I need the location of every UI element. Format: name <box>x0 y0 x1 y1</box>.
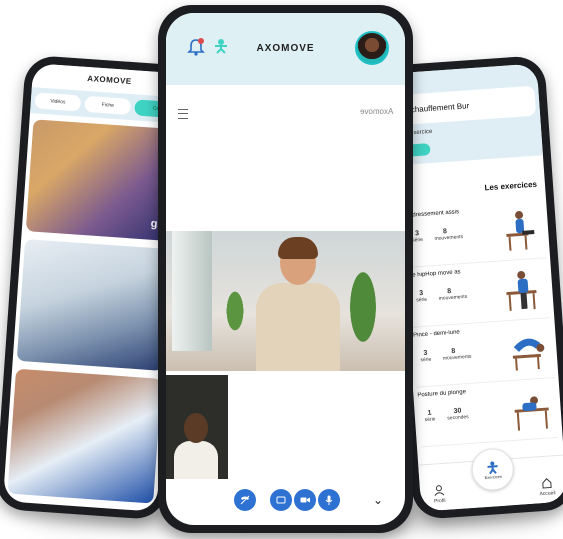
menu-icon[interactable] <box>178 109 188 119</box>
nav-label: Accueil <box>539 490 556 498</box>
exercise-name: Redressement assis <box>404 209 460 219</box>
microphone-button[interactable] <box>318 489 340 511</box>
remote-participant <box>256 237 340 371</box>
brand-label: Axomove <box>359 107 393 116</box>
program-card[interactable] <box>7 368 162 504</box>
exercise-illustration <box>506 211 535 251</box>
exercise-illustration <box>506 271 537 311</box>
app-header: AXOMOVE <box>166 13 405 85</box>
section-title: Les exercices <box>484 179 538 193</box>
exercise-illustration <box>514 396 549 431</box>
exercise-name: Posture du plonge <box>417 389 467 399</box>
video-toolbar: Axomove <box>166 105 405 125</box>
participant-hair <box>278 237 318 259</box>
remote-video <box>166 231 405 371</box>
person-icon <box>487 461 498 474</box>
center-phone: AXOMOVE Axomove ⌄ <box>158 5 413 533</box>
screen-icon <box>276 496 286 504</box>
exercise-name: Pince - demi-lune <box>412 329 460 339</box>
bottom-nav: Profil Exercices Accueil <box>418 447 563 512</box>
program-card[interactable]: gie <box>25 119 180 242</box>
stat-label: mouvements <box>438 293 468 302</box>
participant-body <box>256 283 340 371</box>
call-controls: ⌄ <box>166 487 405 517</box>
screen-share-button[interactable] <box>270 489 292 511</box>
center-phone-screen: AXOMOVE Axomove ⌄ <box>166 13 405 525</box>
exercises-fab[interactable]: Exercices <box>470 447 516 492</box>
exercise-illustration <box>512 338 545 371</box>
background-plant <box>343 271 383 361</box>
avatar[interactable] <box>355 31 389 65</box>
exercise-item[interactable]: Redressement assis 3 série 8 mouvements <box>404 199 547 268</box>
background-window <box>172 231 212 351</box>
chevron-down-icon[interactable]: ⌄ <box>373 493 383 507</box>
nav-profile[interactable]: Profil <box>424 483 455 505</box>
tab-fiche[interactable]: Fiche <box>84 95 132 116</box>
stat-label: mouvements <box>434 233 464 242</box>
app-title: AXOMOVE <box>87 73 133 86</box>
self-head <box>184 413 208 443</box>
self-video <box>166 375 228 479</box>
tab-videos[interactable]: Vidéos <box>34 92 82 112</box>
stat-label: série <box>411 236 424 244</box>
user-icon <box>434 485 445 496</box>
home-icon <box>542 478 552 489</box>
nav-label: Profil <box>433 497 446 505</box>
exercise-item[interactable]: Posture du plonge 1 série 30 secondes <box>416 378 559 448</box>
phone-hangup-icon <box>240 495 250 505</box>
nav-label: Exercices <box>484 473 503 480</box>
stat-label: série <box>420 356 432 364</box>
nav-home[interactable]: Accueil <box>531 476 562 498</box>
stat-label: série <box>424 416 436 424</box>
exercise-title: Échauffement Bur <box>398 85 537 126</box>
stat-label: secondes <box>447 414 469 422</box>
program-card[interactable] <box>16 239 171 371</box>
camera-icon <box>300 497 310 503</box>
background-plant <box>222 291 248 341</box>
microphone-icon <box>325 495 333 505</box>
exercise-item[interactable]: Pince - demi-lune 3 série 8 mouvements <box>412 319 555 388</box>
right-phone-screen: Échauffement Bur 1 exercice Les exercice… <box>390 63 563 512</box>
self-body <box>174 441 218 479</box>
stat-label: série <box>416 296 428 304</box>
hangup-button[interactable] <box>234 489 256 511</box>
camera-button[interactable] <box>294 489 316 511</box>
exercise-name: Le hipHop move as <box>408 269 461 279</box>
exercise-item[interactable]: Le hipHop move as 3 série 8 mouvements <box>408 259 551 328</box>
exercise-header: Échauffement Bur 1 exercice <box>390 63 543 166</box>
stat-label: mouvements <box>442 353 472 362</box>
